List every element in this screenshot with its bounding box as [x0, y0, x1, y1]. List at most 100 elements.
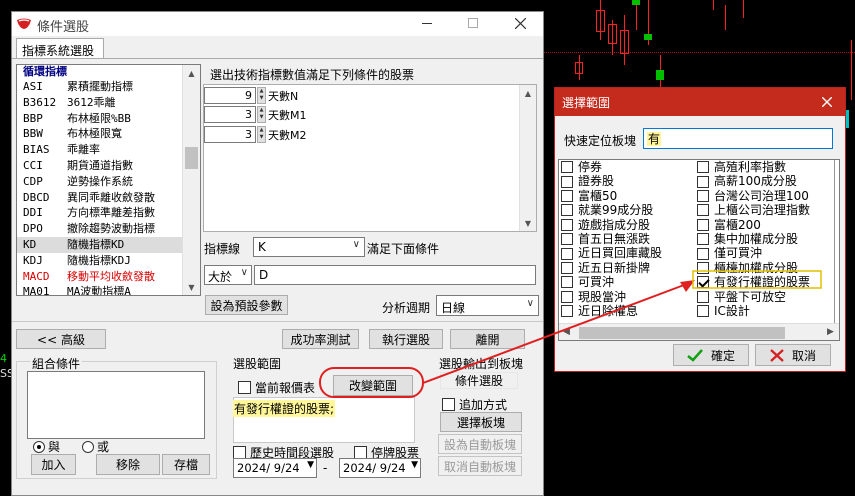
save-button[interactable]: 存檔: [162, 454, 210, 475]
date-to-chevron-icon: ▼: [411, 460, 418, 470]
indicator-list-item[interactable]: BBP 布林極限%BB: [17, 111, 200, 127]
board-checkbox-icon: [697, 161, 709, 174]
check-icon: [687, 348, 703, 362]
board-item[interactable]: IC設計: [697, 304, 810, 318]
indicator-list-item[interactable]: ASI 累積擺動指標: [17, 79, 200, 95]
satisfy-label: 滿足下面條件: [367, 242, 440, 256]
indicator-list-item[interactable]: KD 隨機指標KD: [17, 236, 200, 253]
board-item[interactable]: 可買沖: [561, 275, 662, 289]
board-item[interactable]: 近日買回庫藏股: [561, 246, 662, 260]
output-board: 條件選股: [440, 372, 518, 389]
indicator-line-select[interactable]: K ∨: [253, 237, 365, 257]
cancel-button[interactable]: 取消: [755, 344, 831, 366]
indicator-list-item[interactable]: CCI 期貨通道指數: [17, 158, 200, 174]
board-item[interactable]: 富櫃200: [697, 218, 810, 232]
leave-button[interactable]: 離開: [450, 329, 525, 349]
indicator-list-item[interactable]: MACD 移動平均收斂發散: [17, 269, 200, 285]
board-checkbox-icon: [561, 233, 573, 246]
combo-list[interactable]: [27, 371, 205, 439]
board-column-2: 高殖利率指數 高薪100成分股 台灣公司治理100 上櫃公司治理指數 富櫃200 集中加權…: [697, 160, 810, 318]
board-item[interactable]: 停券: [561, 160, 662, 174]
param-spinner-m1[interactable]: 3 ▲ ▼ 天數M1: [204, 106, 307, 123]
board-item[interactable]: 首五日無漲跌: [561, 232, 662, 246]
board-item[interactable]: 現股當沖: [561, 290, 662, 304]
board-item[interactable]: 高薪100成分股: [697, 174, 810, 188]
scroll-down-icon[interactable]: ▼: [183, 279, 200, 295]
indicator-list-item[interactable]: DBCD 異同乖離收斂發散: [17, 190, 200, 206]
board-item[interactable]: 僅可買沖: [697, 246, 810, 260]
operand-input[interactable]: D: [254, 265, 536, 285]
checklist-hscrollbar[interactable]: ◀ ▶: [559, 323, 839, 340]
param-scroll-down-icon[interactable]: ▼: [520, 215, 536, 231]
app-logo-icon: [17, 18, 31, 29]
range-dialog-close-icon[interactable]: [822, 97, 832, 107]
set-default-button[interactable]: 設為預設參數: [205, 295, 288, 315]
date-from-picker[interactable]: 2024/ 9/24 ▼: [233, 458, 317, 478]
set-auto-board-button[interactable]: 設為自動板塊: [438, 434, 522, 454]
board-item[interactable]: 台灣公司治理100: [697, 189, 810, 203]
quick-locate-label: 快速定位板塊: [564, 134, 637, 148]
board-checkbox-icon: [697, 261, 709, 274]
hscroll-left-icon[interactable]: ◀: [563, 327, 570, 337]
operator-select[interactable]: 大於 ∨: [204, 265, 252, 285]
cancel-auto-board-button[interactable]: 取消自動板塊: [438, 456, 522, 476]
param-spinner-n[interactable]: 9 ▲ ▼ 天數N: [204, 87, 298, 104]
board-item[interactable]: 證券股: [561, 174, 662, 188]
advanced-button[interactable]: << 高級: [16, 329, 106, 349]
board-column-1: 停券 證券股 富櫃50 就業99成分股 遊戲指成分股 首五日無漲跌 近日買回庫藏股 近五日新掛…: [561, 160, 662, 318]
indicator-list-item[interactable]: DPO 撤除趨勢波動指標: [17, 221, 200, 237]
remove-button[interactable]: 移除: [96, 454, 160, 475]
date-to-picker[interactable]: 2024/ 9/24 ▼: [339, 458, 421, 478]
ok-button[interactable]: 確定: [673, 344, 749, 366]
param-scrollbar[interactable]: ▲ ▼: [519, 85, 536, 231]
add-button[interactable]: 加入: [31, 454, 76, 475]
tab-indicator-selection[interactable]: 指標系統選股: [16, 38, 104, 59]
board-item[interactable]: 高殖利率指數: [697, 160, 810, 174]
scroll-thumb[interactable]: [185, 147, 198, 169]
change-range-button[interactable]: 改變範圍: [333, 375, 413, 396]
param-spinner-m2[interactable]: 3 ▲ ▼ 天數M2: [204, 126, 307, 143]
hscroll-thumb[interactable]: [579, 327, 785, 339]
scroll-up-icon[interactable]: ▲: [183, 65, 200, 81]
range-dialog-title: 選擇範圍: [562, 96, 611, 110]
indicator-list-scrollbar[interactable]: ▲ ▼: [182, 65, 200, 295]
indicator-list[interactable]: 循環指標 ASI 累積擺動指標 B3612 3612乖離 BBP 布林極限%BB BBW 布林…: [16, 64, 201, 296]
indicator-list-item[interactable]: DDI 方向標準離差指數: [17, 205, 200, 221]
board-item[interactable]: 平盤下可放空: [697, 290, 810, 304]
append-checkbox[interactable]: 追加方式: [442, 396, 507, 413]
board-item[interactable]: 富櫃50: [561, 189, 662, 203]
board-item[interactable]: 有發行權證的股票: [697, 275, 810, 289]
indicator-list-item[interactable]: KDJ 隨機指標KDJ: [17, 253, 200, 269]
minimize-icon[interactable]: [422, 23, 432, 24]
board-item[interactable]: 近五日新掛牌: [561, 261, 662, 275]
maximize-icon[interactable]: [468, 18, 478, 28]
success-test-button[interactable]: 成功率測試: [282, 329, 359, 349]
range-dialog: 選擇範圍 快速定位板塊 有 停券 證券股 富櫃50 就業99成分股 遊戲指成分股 首五日無…: [554, 87, 846, 372]
radio-or[interactable]: 或: [82, 438, 109, 455]
period-select[interactable]: 日線 ∨: [436, 295, 539, 316]
quick-locate-input[interactable]: 有: [643, 128, 833, 149]
board-checklist[interactable]: 停券 證券股 富櫃50 就業99成分股 遊戲指成分股 首五日無漲跌 近日買回庫藏股 近五日新掛…: [558, 159, 840, 341]
board-item[interactable]: 就業99成分股: [561, 203, 662, 217]
current-quote-checkbox[interactable]: 當前報價表: [238, 379, 315, 396]
execute-button[interactable]: 執行選股: [369, 329, 443, 349]
indicator-list-item[interactable]: BIAS 乖離率: [17, 142, 200, 158]
indicator-list-item[interactable]: MA01 MA波動指標A: [17, 284, 200, 295]
radio-and[interactable]: 與: [33, 438, 60, 455]
board-item[interactable]: 上櫃公司治理指數: [697, 203, 810, 217]
board-item[interactable]: 櫃檯加權成分股: [697, 261, 810, 275]
board-item[interactable]: 近日除權息: [561, 304, 662, 318]
board-item[interactable]: 集中加權成分股: [697, 232, 810, 246]
hscroll-right-icon[interactable]: ▶: [827, 327, 834, 337]
param-scroll-up-icon[interactable]: ▲: [520, 85, 536, 101]
indicator-list-item[interactable]: CDP 逆勢操作系統: [17, 174, 200, 190]
board-item[interactable]: 遊戲指成分股: [561, 218, 662, 232]
select-board-button[interactable]: 選擇板塊: [440, 412, 522, 432]
indicator-list-item[interactable]: BBW 布林極限寬: [17, 126, 200, 142]
window-title: 條件選股: [37, 20, 90, 35]
indicator-list-item[interactable]: B3612 3612乖離: [17, 95, 200, 111]
close-icon[interactable]: [515, 18, 526, 29]
current-quote-checkbox-icon: [238, 381, 251, 394]
condition-dialog: 條件選股 指標系統選股 循環指標 ASI 累積擺動指標 B3612 3612乖離 BBP…: [11, 11, 544, 496]
title-bar: 條件選股: [12, 12, 543, 36]
